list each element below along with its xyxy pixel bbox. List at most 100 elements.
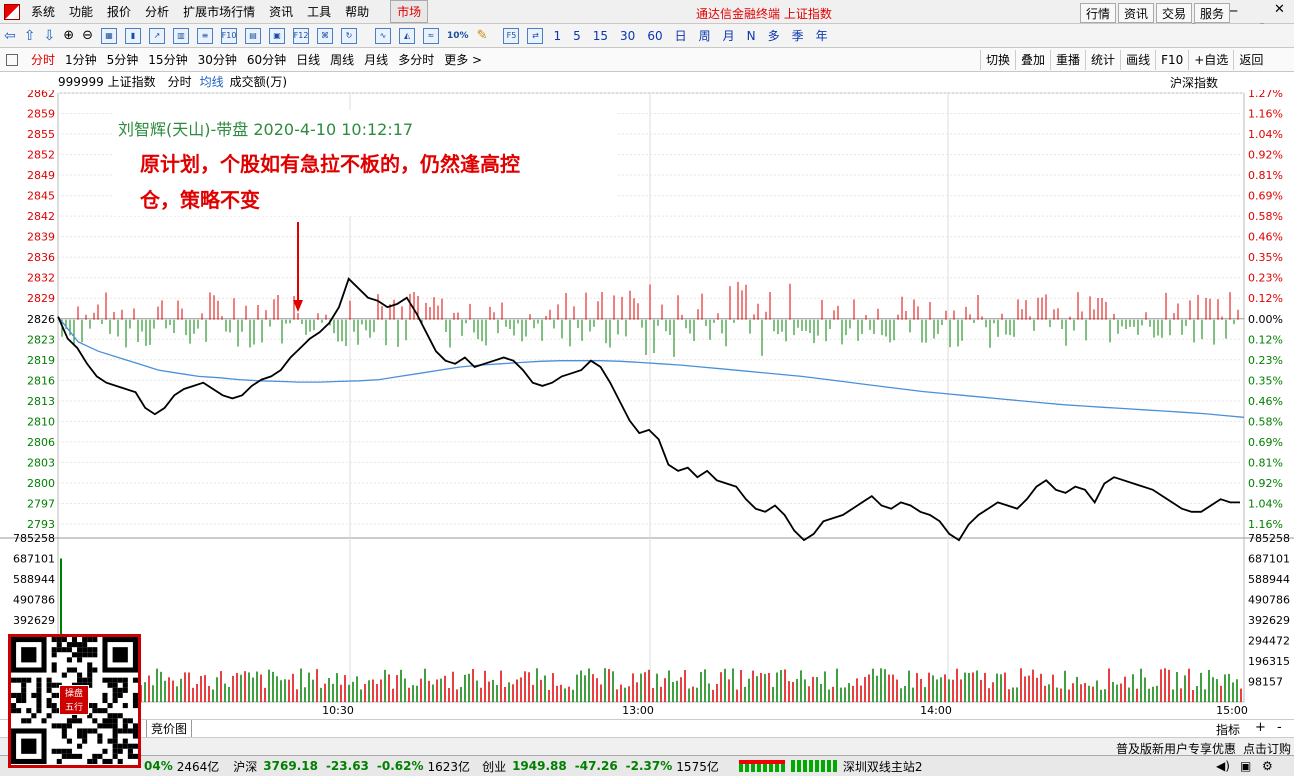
wave-chart-icon[interactable]: ≈ [423, 27, 440, 44]
zoom-plus-button[interactable]: + [1255, 720, 1266, 735]
chart-tab-amount[interactable]: 成交额(万) [230, 73, 287, 90]
qr-module [61, 748, 67, 754]
zoom-minus-button[interactable]: - [1277, 720, 1282, 735]
stock-info-icon[interactable]: ▤ [245, 27, 262, 44]
period-60[interactable]: 60 [641, 29, 668, 43]
period-15[interactable]: 15 [587, 29, 614, 43]
period-n[interactable]: N [741, 29, 762, 43]
news-icon[interactable]: ≡ [197, 27, 214, 44]
period-multi[interactable]: 多 [762, 27, 786, 44]
promo-text[interactable]: 普及版新用户专享优惠 [1116, 740, 1236, 755]
pencil-icon[interactable]: ✎ [477, 28, 488, 43]
server-name[interactable]: 深圳双线主站2 [843, 758, 923, 775]
f10-icon[interactable]: F10 [221, 27, 238, 44]
sync-icon[interactable]: ⇄ [527, 27, 544, 44]
zoom-out-icon[interactable]: ⊖ [82, 28, 93, 43]
menu-function[interactable]: 功能 [62, 3, 100, 20]
up-arrow-icon[interactable]: ⇧ [24, 28, 36, 44]
menu-analysis[interactable]: 分析 [138, 3, 176, 20]
replay-button[interactable]: 重播 [1050, 50, 1085, 70]
status-hs-name[interactable]: 沪深 [233, 758, 257, 775]
y-tick-right: 1.04% [1248, 497, 1283, 510]
line-chart-icon[interactable]: ∿ [375, 27, 392, 44]
period-tab-30min[interactable]: 30分钟 [193, 51, 242, 68]
menu-system[interactable]: 系统 [24, 3, 62, 20]
period-1[interactable]: 1 [547, 29, 567, 43]
period-tab-more[interactable]: 更多 > [439, 51, 487, 68]
auction-tab[interactable]: 竞价图 [146, 720, 193, 737]
market-tab[interactable]: 市场 [390, 0, 429, 23]
menu-quote[interactable]: 报价 [100, 3, 138, 20]
draw-button[interactable]: 画线 [1120, 50, 1155, 70]
top-btn-quote[interactable]: 行情 [1080, 3, 1117, 23]
overlay-button[interactable]: 叠加 [1015, 50, 1050, 70]
qr-code: 操盘五行 [8, 634, 141, 768]
percent-10-icon[interactable]: 10% [447, 31, 469, 41]
stats-button[interactable]: 统计 [1085, 50, 1120, 70]
x-tick-label: 10:30 [322, 704, 354, 717]
candlestick-icon[interactable]: ▥ [173, 27, 190, 44]
f12-icon[interactable]: F12 [293, 27, 310, 44]
period-tab-5min[interactable]: 5分钟 [102, 51, 144, 68]
back-button[interactable]: 返回 [1233, 50, 1268, 70]
settings-icon[interactable]: ⚙ [1262, 759, 1273, 773]
chart-overlay-icon[interactable]: ⌘ [317, 27, 334, 44]
period-tab-daily[interactable]: 日线 [291, 51, 325, 68]
qr-module [102, 718, 108, 724]
qr-module [102, 708, 108, 714]
indicator-button[interactable]: 指标 [1216, 721, 1240, 737]
f10-button[interactable]: F10 [1155, 50, 1188, 70]
menu-tools[interactable]: 工具 [300, 3, 338, 20]
period-tab-timeshare[interactable]: 分时 [26, 51, 60, 68]
period-tab-1min[interactable]: 1分钟 [60, 51, 102, 68]
switch-button[interactable]: 切换 [980, 50, 1015, 70]
period-month[interactable]: 月 [717, 27, 741, 44]
report-icon[interactable]: ▣ [269, 27, 286, 44]
close-icon[interactable]: ✕ [1274, 2, 1285, 17]
panel-toggle-icon[interactable] [6, 53, 18, 66]
qr-module [71, 718, 78, 724]
chart-tab-avg[interactable]: 均线 [200, 73, 224, 90]
chart-tab-timeshare[interactable]: 分时 [168, 73, 192, 90]
menu-news[interactable]: 资讯 [262, 3, 300, 20]
zoom-in-icon[interactable]: ⊕ [63, 28, 74, 43]
speaker-icon[interactable]: ◀) [1216, 759, 1230, 773]
period-year[interactable]: 年 [810, 27, 834, 44]
qr-module [56, 748, 62, 754]
add-favorite-button[interactable]: +自选 [1188, 50, 1233, 70]
period-30[interactable]: 30 [614, 29, 641, 43]
qr-module [97, 753, 103, 759]
menu-help[interactable]: 帮助 [338, 3, 376, 20]
qr-module [66, 753, 72, 759]
qr-module [21, 697, 27, 704]
refresh-icon[interactable]: ↻ [341, 27, 358, 44]
trend-icon[interactable]: ↗ [149, 27, 166, 44]
period-quarter[interactable]: 季 [786, 27, 810, 44]
menu-extended-market[interactable]: 扩展市场行情 [176, 3, 262, 20]
order-link[interactable]: 点击订购 [1243, 740, 1291, 755]
period-tab-15min[interactable]: 15分钟 [143, 51, 192, 68]
qr-module [11, 703, 17, 709]
down-arrow-icon[interactable]: ⇩ [43, 28, 55, 44]
period-tab-multi[interactable]: 多分时 [393, 51, 439, 68]
qr-module [117, 687, 123, 693]
qr-module [66, 748, 72, 754]
table-icon[interactable]: ▦ [101, 27, 118, 44]
mountain-chart-icon[interactable]: ◭ [399, 27, 416, 44]
lock-icon[interactable]: ▣ [1240, 759, 1251, 773]
volume-tick-left: 588944 [13, 573, 55, 586]
qr-module [132, 753, 138, 759]
back-arrow-icon[interactable]: ⇦ [4, 28, 16, 44]
minimize-icon[interactable]: ─ [1230, 4, 1237, 18]
period-tab-weekly[interactable]: 周线 [325, 51, 359, 68]
volume-tick-right: 392629 [1248, 614, 1290, 627]
status-cy-name[interactable]: 创业 [482, 758, 506, 775]
period-week[interactable]: 周 [693, 27, 717, 44]
f5-icon[interactable]: F5 [503, 27, 520, 44]
y-tick-left: 2806 [27, 436, 55, 449]
period-day[interactable]: 日 [669, 27, 693, 44]
period-tab-monthly[interactable]: 月线 [359, 51, 393, 68]
period-5[interactable]: 5 [567, 29, 587, 43]
kline-icon[interactable]: ▮ [125, 27, 142, 44]
period-tab-60min[interactable]: 60分钟 [242, 51, 291, 68]
